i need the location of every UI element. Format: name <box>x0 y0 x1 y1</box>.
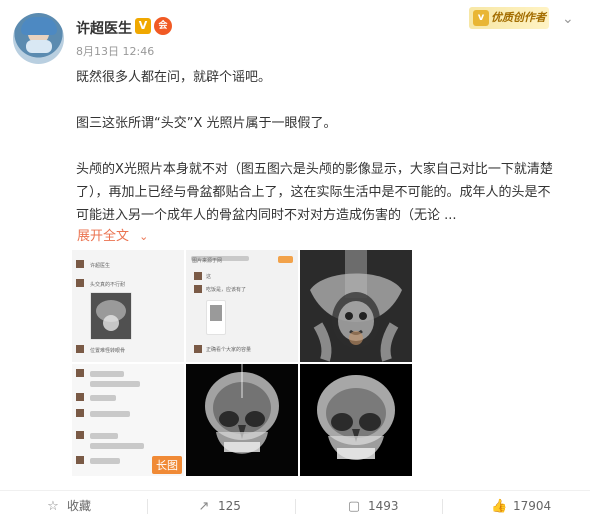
chat-line <box>90 371 124 377</box>
repost-button[interactable]: ↗ 125 <box>196 491 241 520</box>
chat-line <box>90 381 140 387</box>
chat-line <box>90 433 118 439</box>
post-actions-bar: ☆ 收藏 ↗ 125 ▢ 1493 👍 17904 <box>0 490 590 520</box>
author-avatar[interactable] <box>13 13 64 64</box>
chat-text: 正确看个大家的容量 <box>206 347 252 353</box>
chat-text: 这 <box>206 274 212 280</box>
chat-header-text: 图片来源于网 <box>192 258 223 264</box>
xray-skull-frontal-icon <box>186 364 298 476</box>
repost-count: 125 <box>218 499 241 513</box>
chat-text: 许超医生 <box>90 263 111 269</box>
chat-avatar <box>194 345 202 353</box>
post-meta: 8月13日 12:46 <box>76 43 154 59</box>
post-time[interactable]: 12:46 <box>123 45 155 58</box>
favorite-button[interactable]: ☆ 收藏 <box>45 491 91 520</box>
comment-button[interactable]: ▢ 1493 <box>346 491 399 520</box>
repost-icon: ↗ <box>198 499 210 514</box>
surgical-mask <box>26 40 52 53</box>
divider <box>442 499 443 514</box>
chat-line <box>90 395 116 401</box>
chat-image <box>90 292 132 340</box>
like-count: 17904 <box>513 499 552 513</box>
chat-avatar <box>76 409 84 417</box>
xray-skull-icon <box>300 364 412 476</box>
more-options-chevron-down-icon[interactable]: ⌄ <box>562 11 574 27</box>
chat-image <box>206 300 226 335</box>
comment-icon: ▢ <box>347 499 361 514</box>
verified-badge: V <box>135 18 151 34</box>
chat-avatar <box>76 393 84 401</box>
chat-avatar <box>76 431 84 439</box>
xray-mini-icon <box>91 293 131 339</box>
chat-avatar <box>76 345 84 353</box>
post-paragraph-3: 头颅的X光照片本身就不对（图五图六是头颅的影像显示，大家自己对比一下就清楚了），… <box>76 162 553 223</box>
chat-line <box>90 411 130 417</box>
post-image-3-xray-pelvis[interactable] <box>300 250 412 362</box>
post-paragraph-2: 图三这张所谓“头交”X 光照片属于一眼假了。 <box>76 116 337 131</box>
star-icon: ☆ <box>47 499 59 514</box>
weibo-post-card: 许超医生 V 会 8月13日 12:46 v 优质创作者 ⌄ 既然很多人都在问，… <box>0 0 590 520</box>
chat-line <box>90 443 144 449</box>
chat-text: 吃饭是，应该有了 <box>206 287 247 293</box>
author-name[interactable]: 许超医生 <box>76 18 132 38</box>
post-body: 既然很多人都在问，就辟个谣吧。 图三这张所谓“头交”X 光照片属于一眼假了。 头… <box>76 66 562 227</box>
divider <box>295 499 296 514</box>
xray-pelvis-icon <box>300 250 412 362</box>
expand-label: 展开全文 <box>77 229 130 244</box>
chat-line <box>90 458 120 464</box>
vip-badge: 会 <box>154 17 172 35</box>
post-image-4-long-image[interactable]: 长图 <box>72 364 184 476</box>
post-image-5-xray-skull-frontal[interactable] <box>186 364 298 476</box>
post-image-1[interactable]: 许超医生 头交真的不行耐 位置难怪转眼骨 <box>72 250 184 362</box>
chevron-down-icon: ⌄ <box>139 230 149 243</box>
post-image-2[interactable]: 图片来源于网 这 吃饭是，应该有了 正确看个大家的容量 <box>186 250 298 362</box>
follow-tag <box>278 256 293 263</box>
expand-full-text-link[interactable]: 展开全文 ⌄ <box>77 225 148 244</box>
chat-avatar <box>194 285 202 293</box>
chat-avatar <box>194 272 202 280</box>
creator-badge-label: 优质创作者 <box>491 11 546 24</box>
chat-avatar <box>76 456 84 464</box>
post-date[interactable]: 8月13日 <box>76 45 119 58</box>
divider <box>147 499 148 514</box>
long-image-badge: 长图 <box>152 456 182 474</box>
image-placeholder <box>210 305 222 321</box>
favorite-label: 收藏 <box>67 499 92 513</box>
post-paragraph-1: 既然很多人都在问，就辟个谣吧。 <box>76 70 272 85</box>
thumb-up-icon: 👍 <box>491 499 508 514</box>
chat-text: 头交真的不行耐 <box>90 282 126 288</box>
chat-avatar <box>76 279 84 287</box>
chat-text: 位置难怪转眼骨 <box>90 348 126 354</box>
creator-badge-icon: v <box>473 10 489 26</box>
creator-badge[interactable]: v 优质创作者 <box>469 7 549 29</box>
chat-avatar <box>76 369 84 377</box>
like-button[interactable]: 👍 17904 <box>491 491 551 520</box>
comment-count: 1493 <box>368 499 399 513</box>
chat-avatar <box>76 260 84 268</box>
post-image-6-xray-skull[interactable] <box>300 364 412 476</box>
surgical-cap <box>21 17 57 35</box>
